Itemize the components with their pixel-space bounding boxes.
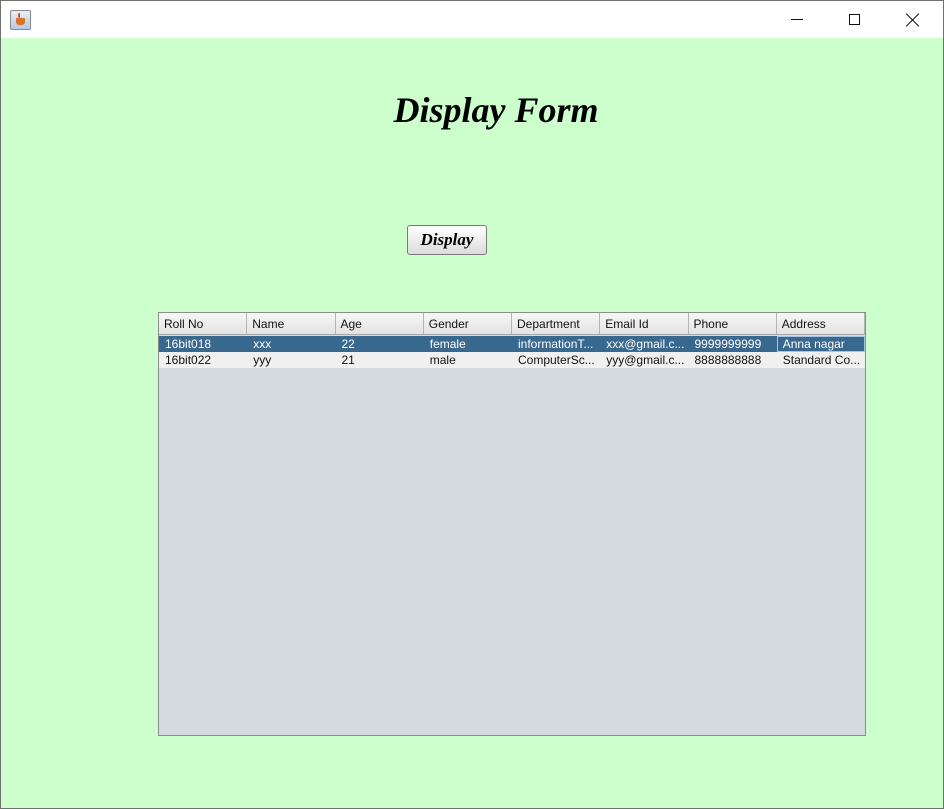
cell-email-id[interactable]: xxx@gmail.c... <box>600 336 688 352</box>
column-header-email-id[interactable]: Email Id <box>600 313 689 335</box>
column-header-gender[interactable]: Gender <box>424 313 512 335</box>
cell-age[interactable]: 21 <box>336 352 424 368</box>
cell-name[interactable]: xxx <box>247 336 335 352</box>
cell-department[interactable]: ComputerSc... <box>512 352 600 368</box>
table-header: Roll No Name Age Gender Department Email… <box>159 313 865 335</box>
cell-name[interactable]: yyy <box>247 352 335 368</box>
table-row[interactable]: 16bit018 xxx 22 female informationT... x… <box>159 336 865 352</box>
cell-age[interactable]: 22 <box>336 336 424 352</box>
cell-gender[interactable]: female <box>424 336 512 352</box>
cell-phone[interactable]: 9999999999 <box>689 336 777 352</box>
cell-phone[interactable]: 8888888888 <box>689 352 777 368</box>
table-row[interactable]: 16bit022 yyy 21 male ComputerSc... yyy@g… <box>159 352 865 368</box>
column-header-roll-no[interactable]: Roll No <box>159 313 248 335</box>
title-bar[interactable] <box>1 1 943 38</box>
cell-address[interactable]: Standard Co... <box>777 352 865 368</box>
column-header-age[interactable]: Age <box>336 313 424 335</box>
java-cup-icon[interactable] <box>10 10 31 30</box>
cell-gender[interactable]: male <box>424 352 512 368</box>
close-button[interactable] <box>890 1 936 38</box>
maximize-button[interactable] <box>831 1 877 38</box>
display-button[interactable]: Display <box>407 225 487 255</box>
cell-roll-no[interactable]: 16bit022 <box>159 352 247 368</box>
cell-department[interactable]: informationT... <box>512 336 600 352</box>
table-body: 16bit018 xxx 22 female informationT... x… <box>159 336 865 368</box>
column-header-name[interactable]: Name <box>247 313 336 335</box>
cell-address[interactable]: Anna nagar <box>776 336 865 352</box>
application-window: Display Form Display Roll No Name Age Ge… <box>0 0 944 809</box>
cell-email-id[interactable]: yyy@gmail.c... <box>600 352 688 368</box>
page-title: Display Form <box>393 90 599 130</box>
column-header-address[interactable]: Address <box>777 313 865 335</box>
minimize-icon <box>791 19 803 20</box>
data-table[interactable]: Roll No Name Age Gender Department Email… <box>158 312 866 736</box>
maximize-icon <box>848 14 860 25</box>
column-header-phone[interactable]: Phone <box>689 313 777 335</box>
cell-roll-no[interactable]: 16bit018 <box>159 336 247 352</box>
close-icon <box>906 13 920 27</box>
column-header-department[interactable]: Department <box>512 313 601 335</box>
minimize-button[interactable] <box>774 1 820 38</box>
